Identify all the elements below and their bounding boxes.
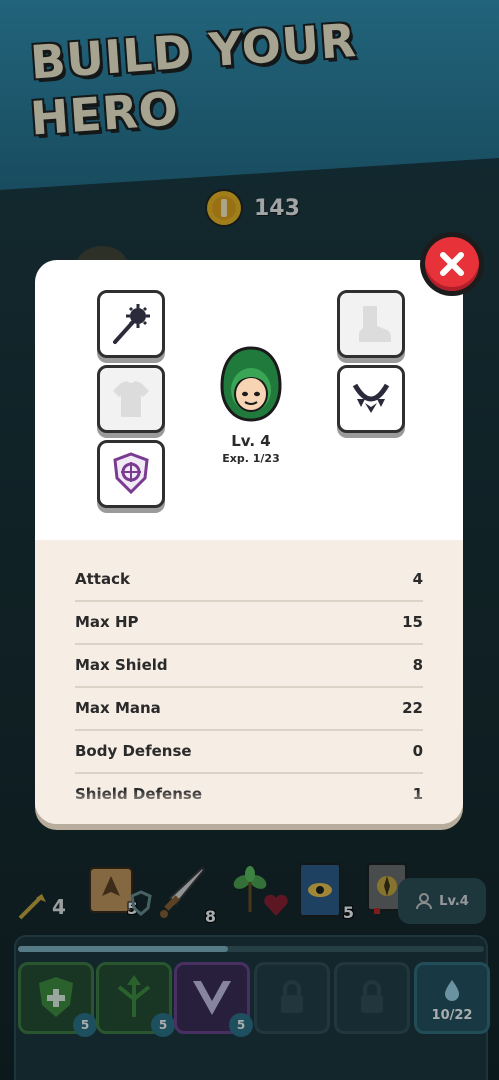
stat-row: Max Shield 8	[75, 643, 423, 688]
boots-slot[interactable]	[337, 290, 405, 358]
armor-slot[interactable]	[97, 365, 165, 433]
stat-value: 22	[402, 698, 423, 717]
hero-modal: Lv. 4 Exp. 1/23 Attack 4 Max HP 15 Max Shiel…	[35, 260, 463, 824]
necklace-icon	[352, 383, 390, 413]
shield-icon	[113, 452, 149, 495]
boot-placeholder-icon	[359, 306, 391, 342]
stat-name: Max HP	[75, 612, 139, 631]
stat-value: 0	[412, 741, 423, 760]
spiked-mace-icon	[113, 304, 150, 344]
amulet-slot[interactable]	[337, 365, 405, 433]
stat-row: Max Mana 22	[75, 686, 423, 731]
stat-value: 4	[412, 569, 423, 588]
game-screen: BUILD YOUR HERO 143 4 5 8 5 Lv.4 5 5 5 1…	[0, 0, 499, 1080]
hero-avatar	[220, 346, 282, 422]
weapon-slot[interactable]	[97, 290, 165, 358]
stat-row: Attack 4	[75, 557, 423, 602]
close-icon	[425, 237, 479, 291]
stat-value: 8	[412, 655, 423, 674]
shield-slot[interactable]	[97, 440, 165, 508]
stat-name: Max Shield	[75, 655, 168, 674]
stat-name: Body Defense	[75, 741, 192, 760]
stat-name: Attack	[75, 569, 130, 588]
stat-value: 15	[402, 612, 423, 631]
hero-level: Lv. 4	[231, 432, 271, 450]
stat-row: Body Defense 0	[75, 729, 423, 774]
shirt-placeholder-icon	[113, 381, 149, 417]
hero-exp: Exp. 1/23	[222, 452, 280, 465]
stat-name: Max Mana	[75, 698, 161, 717]
stats-scroll-fade	[35, 790, 463, 824]
close-button[interactable]	[420, 232, 484, 296]
stat-row: Max HP 15	[75, 600, 423, 645]
stats-panel[interactable]: Attack 4 Max HP 15 Max Shield 8 Max Mana 22 Body…	[35, 540, 463, 824]
